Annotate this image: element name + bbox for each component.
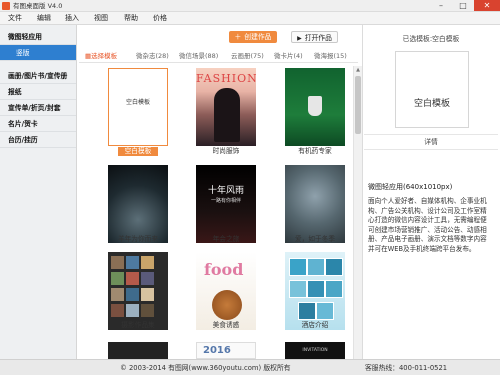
template-caption[interactable]: 爱，如于冬季 — [275, 235, 355, 244]
tab-cloud-album[interactable]: 云画册(75) — [231, 49, 264, 63]
photo-tile — [126, 304, 139, 317]
menu-view[interactable]: 视图 — [94, 12, 108, 25]
partial-headline: INVITATION — [302, 348, 328, 353]
play-icon: ▶ — [297, 35, 302, 42]
scroll-up-arrow-icon[interactable]: ▲ — [354, 66, 362, 74]
minimize-button[interactable]: – — [430, 0, 452, 11]
template-preview-label: 空白模板 — [413, 99, 450, 109]
food-logo: food — [204, 260, 244, 279]
template-thumb-fashion[interactable]: FASHION — [196, 68, 256, 146]
template-caption[interactable]: 有机药专家 — [275, 147, 355, 156]
menu-help[interactable]: 帮助 — [124, 12, 138, 25]
template-scrollbar[interactable]: ▲ — [353, 66, 362, 359]
window-title: 有图桌面版 V4.0 — [13, 2, 63, 10]
model-image — [214, 88, 240, 142]
app-logo-icon — [2, 2, 10, 10]
menu-bar: 文件 编辑 插入 视图 帮助 价格 — [0, 12, 500, 25]
template-caption[interactable]: 摄影作品集 — [98, 321, 178, 330]
menu-edit[interactable]: 编辑 — [37, 12, 51, 25]
partial-headline: 2016 — [203, 345, 231, 356]
menu-file[interactable]: 文件 — [8, 12, 22, 25]
sidebar-item-light-app[interactable]: 微图轻应用 — [0, 29, 76, 45]
photo-tile — [111, 288, 124, 301]
template-preview — [395, 51, 469, 128]
template-thumb-photo-collection[interactable] — [108, 252, 168, 330]
title-bar: 有图桌面版 V4.0 – □ ✕ — [0, 0, 500, 12]
maximize-button[interactable]: □ — [452, 0, 474, 11]
sidebar-item-album[interactable]: 画册/图片书/宣传册 — [0, 68, 76, 84]
photo-tile — [289, 258, 307, 276]
template-caption[interactable]: 美食诱惑 — [186, 321, 266, 330]
template-thumb-partial[interactable]: INVITATION — [285, 342, 345, 359]
create-work-button[interactable]: ＋创建作品 — [229, 31, 277, 43]
open-work-button[interactable]: ▶ 打开作品 — [291, 31, 338, 43]
template-thumb-hotel[interactable] — [285, 252, 345, 330]
photo-tile — [126, 256, 139, 269]
details-heading: 详情 — [364, 134, 498, 150]
template-thumb-partial[interactable]: 2016 — [196, 342, 256, 359]
create-work-label: 创建作品 — [244, 33, 272, 41]
photo-tile — [141, 272, 154, 285]
photo-tile — [141, 304, 154, 317]
sidebar-item-card[interactable]: 名片/贺卡 — [0, 116, 76, 132]
template-thumb-blank[interactable]: 空白模板 — [108, 68, 168, 146]
blank-template-inner-label: 空白模板 — [125, 99, 150, 106]
status-bar: © 2003-2014 有图网(www.360youtu.com) 版权所有 客… — [0, 359, 500, 375]
template-caption[interactable]: 时尚服饰 — [186, 147, 266, 156]
photo-tile — [111, 272, 124, 285]
photo-tile — [126, 288, 139, 301]
template-caption[interactable]: 年会之旅 — [186, 235, 266, 244]
tab-wechat-scene[interactable]: 微信场景(88) — [179, 49, 218, 63]
photo-tile — [298, 302, 316, 320]
photo-tile — [325, 280, 343, 298]
open-work-label: 打开作品 — [304, 34, 332, 42]
tab-select-template[interactable]: ▦选择模板 — [85, 49, 117, 63]
template-thumb-winter-love[interactable] — [285, 165, 345, 243]
photo-tile — [307, 280, 325, 298]
copyright-text: © 2003-2014 有图网(www.360youtu.com) 版权所有 — [120, 364, 291, 372]
close-button[interactable]: ✕ — [474, 0, 500, 11]
menu-insert[interactable]: 插入 — [65, 12, 79, 25]
photo-tile — [316, 302, 334, 320]
plus-icon: ＋ — [234, 33, 242, 41]
sidebar-item-newspaper[interactable]: 报纸 — [0, 84, 76, 100]
menu-price[interactable]: 价格 — [153, 12, 167, 25]
fashion-headline: FASHION — [196, 72, 256, 85]
photo-tile — [289, 280, 307, 298]
photo-tile — [141, 288, 154, 301]
photo-tile — [126, 272, 139, 285]
selected-template-title: 已选模板:空白模板 — [402, 35, 460, 43]
sidebar-item-flyer[interactable]: 宣传单/折页/封套 — [0, 100, 76, 116]
product-image — [308, 96, 322, 116]
tab-micro-poster[interactable]: 微海报(15) — [314, 49, 347, 63]
template-caption[interactable]: 羊年为你而来 — [98, 235, 178, 244]
food-image — [212, 290, 242, 320]
template-thumb-partial[interactable] — [108, 342, 168, 359]
photo-tile — [111, 256, 124, 269]
tab-micro-card[interactable]: 微卡片(4) — [274, 49, 303, 63]
template-size: 微图轻应用(640x1010px) — [368, 183, 453, 191]
sidebar-item-calendar[interactable]: 台历/挂历 — [0, 132, 76, 148]
scroll-thumb[interactable] — [355, 76, 361, 134]
category-tabs: ▦选择模板 微杂志(28) 微信场景(88) 云画册(75) 微卡片(4) 微海… — [79, 49, 358, 63]
party-headline: 十年风雨 — [207, 186, 244, 196]
hotline-text: 客服热线：400-011-0521 — [365, 364, 448, 372]
template-thumb-food[interactable]: food — [196, 252, 256, 330]
photo-tile — [307, 258, 325, 276]
template-thumb-goat-year[interactable] — [108, 165, 168, 243]
photo-tile — [325, 258, 343, 276]
photo-tile — [111, 304, 124, 317]
template-caption[interactable]: 酒店介绍 — [275, 321, 355, 330]
party-subline: 一路有你相伴 — [210, 198, 241, 204]
sidebar-item-portrait[interactable]: 竖版 — [0, 45, 76, 61]
template-description: 面向个人爱好者、自媒体机构、企事业机构、广告公关机构、设计公司及工作室精心打造的… — [368, 197, 487, 253]
photo-tile — [141, 256, 154, 269]
tab-micro-magazine[interactable]: 微杂志(28) — [136, 49, 169, 63]
template-thumb-organic[interactable] — [285, 68, 345, 146]
template-thumb-annual-party[interactable]: 十年风雨 一路有你相伴 — [196, 165, 256, 243]
template-caption-selected[interactable]: 空白模板 — [118, 147, 158, 156]
